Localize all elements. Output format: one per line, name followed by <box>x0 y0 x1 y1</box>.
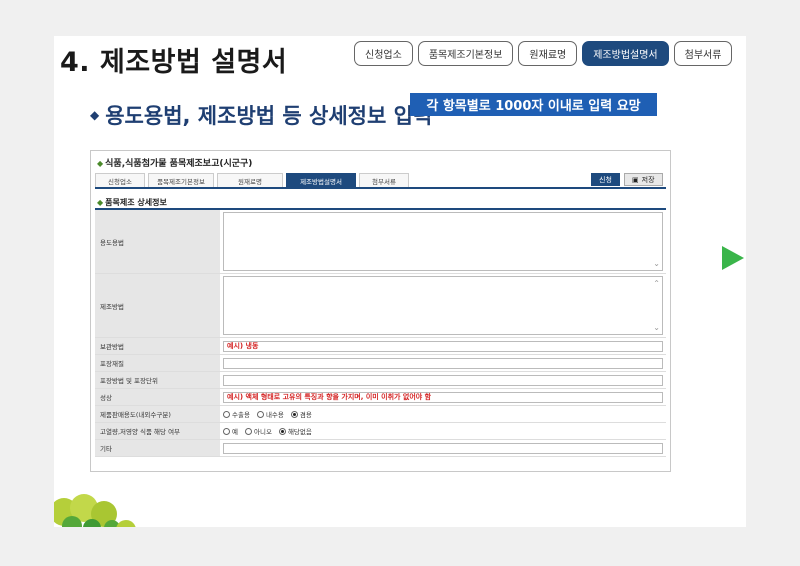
decorative-tree-icon <box>54 494 136 527</box>
detail-form: 용도용법 ⌄ 제조방법 ⌃ ⌄ 보관방법 예시) 냉동 포장재질 포장방법 및 … <box>95 208 666 457</box>
row-properties: 성상 예시) 액체 형태로 고유의 특징과 향을 가지며, 이미 이취가 없어야… <box>95 389 666 406</box>
instruction-callout: 각 항목별로 1000자 이내로 입력 요망 <box>410 93 657 116</box>
floppy-icon: ▣ <box>632 175 639 184</box>
step-applicant[interactable]: 신청업소 <box>354 41 413 66</box>
slide: 4. 제조방법 설명서 신청업소 품목제조기본정보 원재료명 제조방법설명서 첨… <box>54 36 746 527</box>
label-etc: 기타 <box>95 440 220 456</box>
radio-icon <box>223 427 230 435</box>
label-method: 제조방법 <box>95 274 220 337</box>
radio-both[interactable]: 겸용 <box>290 409 312 419</box>
scroll-down-icon[interactable]: ⌄ <box>653 323 660 332</box>
packaging-material-input[interactable] <box>223 357 663 369</box>
next-arrow-icon <box>722 246 744 270</box>
bullet-icon: ◆ <box>97 198 104 207</box>
section-title-text: 품목제조 상세정보 <box>105 198 167 207</box>
radio-yes[interactable]: 예 <box>223 426 238 436</box>
packaging-unit-input[interactable] <box>223 374 663 386</box>
bullet-icon: ◆ <box>97 159 104 168</box>
label-high-calorie: 고열량,저영양 식품 해당 여부 <box>95 423 220 439</box>
scroll-down-icon[interactable]: ⌄ <box>653 259 660 268</box>
radio-domestic[interactable]: 내수용 <box>256 409 284 419</box>
scroll-up-icon[interactable]: ⌃ <box>653 279 660 288</box>
diamond-icon: ◆ <box>90 108 100 122</box>
label-sales-use: 제품판매용도(내외수구분) <box>95 406 220 422</box>
radio-icon <box>256 410 264 418</box>
tab-attachments[interactable]: 첨부서류 <box>359 173 409 187</box>
label-packaging-material: 포장재질 <box>95 355 220 371</box>
save-button[interactable]: ▣ 저장 <box>624 173 663 186</box>
step-raw-materials[interactable]: 원재료명 <box>518 41 578 66</box>
row-etc: 기타 <box>95 440 666 457</box>
section-title: ◆ 품목제조 상세정보 <box>97 197 167 208</box>
form-panel: ◆ 식품,식품첨가물 품목제조보고(시군구) 신청업소 품목제조기본정보 원재료명… <box>90 150 671 472</box>
row-sales-use: 제품판매용도(내외수구분) 수출용 내수용 겸용 <box>95 406 666 423</box>
radio-icon <box>244 427 252 435</box>
tab-bar: 신청업소 품목제조기본정보 원재료명 제조방법설명서 첨부서류 <box>95 173 666 189</box>
method-textarea[interactable]: ⌃ ⌄ <box>223 276 663 335</box>
storage-input[interactable]: 예시) 냉동 <box>223 340 663 352</box>
radio-no[interactable]: 아니오 <box>244 426 272 436</box>
properties-input[interactable]: 예시) 액체 형태로 고유의 특징과 향을 가지며, 이미 이취가 없어야 함 <box>223 391 663 403</box>
label-usage: 용도용법 <box>95 210 220 273</box>
radio-checked-icon <box>290 410 298 418</box>
label-properties: 성상 <box>95 389 220 405</box>
label-storage: 보관방법 <box>95 338 220 354</box>
tab-applicant[interactable]: 신청업소 <box>95 173 145 187</box>
section-subtitle: ◆ 용도용법, 제조방법 등 상세정보 입력 <box>90 100 432 130</box>
radio-not-applicable[interactable]: 해당없음 <box>278 426 312 436</box>
tab-basic-info[interactable]: 품목제조기본정보 <box>148 173 214 187</box>
radio-icon <box>223 410 230 418</box>
page-title: 4. 제조방법 설명서 <box>60 47 288 78</box>
save-label: 저장 <box>641 175 655 184</box>
row-method: 제조방법 ⌃ ⌄ <box>95 274 666 338</box>
row-packaging-material: 포장재질 <box>95 355 666 372</box>
radio-export[interactable]: 수출용 <box>223 409 250 419</box>
radio-checked-icon <box>278 427 286 435</box>
tab-method-description[interactable]: 제조방법설명서 <box>286 173 356 187</box>
step-nav: 신청업소 품목제조기본정보 원재료명 제조방법설명서 첨부서류 <box>354 41 733 66</box>
step-method-description[interactable]: 제조방법설명서 <box>582 41 669 66</box>
row-usage: 용도용법 ⌄ <box>95 210 666 274</box>
panel-title-text: 식품,식품첨가물 품목제조보고(시군구) <box>105 159 253 169</box>
step-attachments[interactable]: 첨부서류 <box>673 41 733 66</box>
usage-textarea[interactable]: ⌄ <box>223 212 663 271</box>
step-basic-info[interactable]: 품목제조기본정보 <box>417 41 514 66</box>
row-packaging-unit: 포장방법 및 포장단위 <box>95 372 666 389</box>
apply-button[interactable]: 신청 <box>591 173 620 186</box>
row-high-calorie: 고열량,저영양 식품 해당 여부 예 아니오 해당없음 <box>95 423 666 440</box>
subtitle-text: 용도용법, 제조방법 등 상세정보 입력 <box>105 104 433 128</box>
label-packaging-unit: 포장방법 및 포장단위 <box>95 372 220 388</box>
tab-raw-materials[interactable]: 원재료명 <box>217 173 283 187</box>
etc-input[interactable] <box>223 442 663 454</box>
panel-title: ◆ 식품,식품첨가물 품목제조보고(시군구) <box>97 156 252 169</box>
row-storage: 보관방법 예시) 냉동 <box>95 338 666 355</box>
